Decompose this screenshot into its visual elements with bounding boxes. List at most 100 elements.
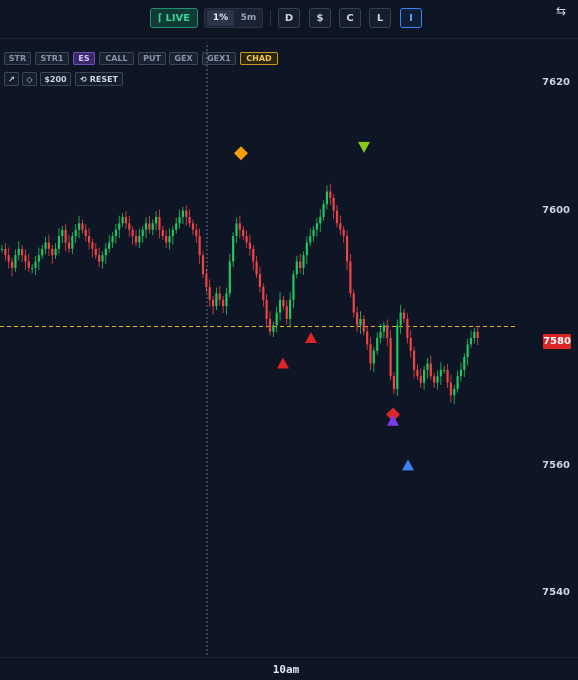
candle-body: [299, 261, 302, 268]
candle-body: [372, 350, 375, 364]
candle-body: [379, 331, 382, 338]
candle-body: [389, 338, 392, 377]
triangle-up-marker: [305, 332, 317, 343]
markers-group: [234, 141, 414, 471]
candle-body: [74, 229, 77, 237]
candle-body: [158, 216, 161, 230]
candles-group: [0, 183, 479, 404]
candle-body: [24, 255, 27, 262]
candle-body: [195, 229, 198, 237]
candle-body: [289, 299, 292, 319]
candle-body: [21, 248, 24, 256]
candle-body: [215, 293, 218, 307]
candle-body: [211, 299, 215, 307]
candle-body: [252, 248, 255, 262]
candle-body: [262, 287, 265, 300]
candle-body: [0, 248, 4, 250]
candle-body: [322, 204, 325, 217]
triangle-up-marker: [277, 357, 289, 369]
candle-body: [285, 306, 288, 319]
candle-body: [402, 312, 406, 319]
candle-body: [131, 229, 134, 237]
candle-body: [138, 236, 141, 243]
candle-body: [171, 229, 174, 237]
candle-body: [98, 255, 101, 262]
candle-body: [476, 331, 479, 338]
candle-body: [91, 242, 94, 249]
candle-body: [208, 287, 211, 300]
time-axis-border: [0, 657, 578, 658]
candle-body: [201, 255, 205, 275]
candle-body: [339, 223, 342, 230]
candle-body: [332, 197, 335, 211]
candle-body: [412, 350, 416, 370]
candle-body: [185, 210, 188, 217]
candle-body: [309, 236, 312, 243]
candle-body: [406, 318, 409, 338]
price-chart[interactable]: [0, 0, 578, 680]
candle-body: [282, 299, 285, 307]
candle-body: [386, 325, 389, 338]
candle-body: [51, 248, 54, 256]
candle-body: [148, 223, 151, 230]
candle-body: [369, 344, 372, 364]
diamond-marker: [234, 146, 248, 161]
candle-body: [47, 242, 50, 249]
candle-body: [399, 312, 402, 326]
candle-body: [396, 325, 399, 389]
candle-body: [81, 223, 84, 230]
candle-body: [292, 274, 295, 300]
candle-body: [436, 376, 439, 383]
candle-body: [345, 236, 349, 262]
current-price-label: 7580: [543, 334, 571, 349]
candle-body: [265, 299, 268, 319]
candle-body: [168, 236, 171, 243]
candle-body: [456, 376, 459, 389]
candle-body: [134, 236, 138, 243]
candle-body: [101, 255, 104, 262]
triangle-down-marker: [358, 141, 370, 153]
candle-body: [121, 216, 124, 224]
candle-body: [114, 229, 117, 237]
candle-body: [205, 274, 208, 288]
candle-body: [4, 248, 7, 256]
candle-body: [366, 331, 369, 345]
candle-body: [108, 242, 111, 249]
candle-body: [258, 274, 262, 288]
candle-body: [165, 236, 168, 243]
candle-body: [459, 369, 463, 377]
candle-body: [155, 216, 158, 224]
candle-body: [275, 312, 278, 326]
candle-body: [198, 236, 201, 256]
price-tick-7540: 7540: [542, 587, 570, 598]
candle-body: [423, 369, 426, 383]
candle-body: [248, 242, 251, 249]
candle-body: [54, 248, 57, 256]
candle-body: [128, 223, 131, 230]
candle-body: [278, 299, 282, 313]
candle-body: [449, 382, 452, 396]
candle-body: [329, 191, 332, 198]
candle-body: [31, 267, 34, 269]
candle-body: [175, 223, 178, 230]
candle-body: [235, 223, 238, 237]
candle-body: [429, 363, 432, 377]
candle-body: [41, 248, 44, 256]
candle-body: [71, 236, 74, 249]
candle-body: [124, 216, 128, 224]
candle-body: [161, 229, 164, 237]
candle-body: [376, 338, 379, 351]
candle-body: [469, 338, 473, 345]
candle-body: [77, 223, 81, 230]
candle-body: [84, 229, 87, 237]
candle-body: [446, 369, 449, 383]
candle-body: [37, 255, 40, 262]
price-tick-7620: 7620: [542, 77, 570, 88]
candle-body: [181, 210, 184, 217]
candle-body: [27, 261, 30, 268]
price-tick-7560: 7560: [542, 460, 570, 471]
candle-body: [335, 210, 339, 224]
candle-body: [14, 255, 17, 268]
candle-body: [359, 318, 362, 326]
candle-body: [392, 376, 396, 389]
